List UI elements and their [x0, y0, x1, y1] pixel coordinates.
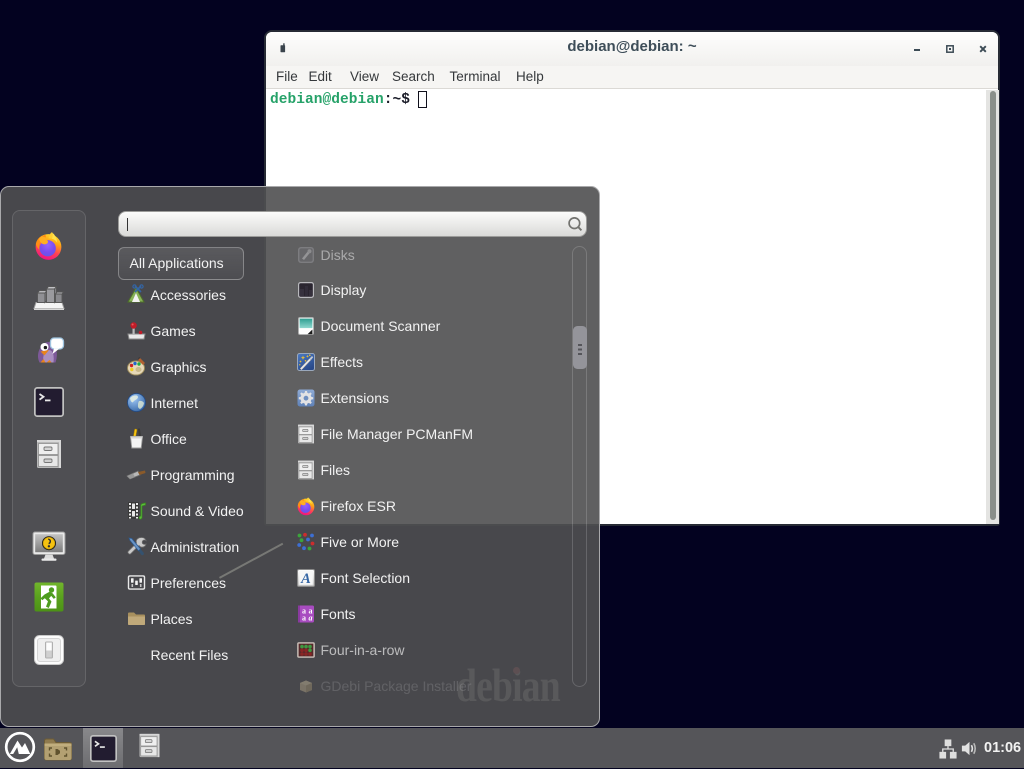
svg-text:a: a: [302, 613, 306, 622]
svg-text:A: A: [300, 571, 311, 587]
svg-text:a: a: [308, 613, 312, 622]
